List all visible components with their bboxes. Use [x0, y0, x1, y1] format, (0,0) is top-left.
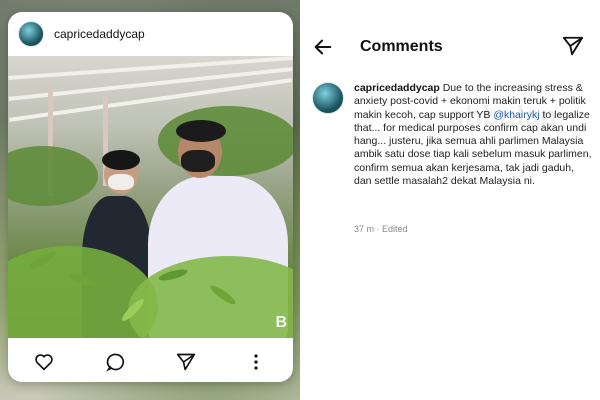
- comment-meta: 37 m · Edited: [354, 224, 408, 234]
- commenter-avatar[interactable]: [312, 82, 344, 114]
- comment-mention[interactable]: @khairykj: [493, 109, 539, 121]
- avatar[interactable]: [18, 21, 44, 47]
- photo-watermark: B: [275, 314, 287, 331]
- more-button[interactable]: [244, 350, 268, 374]
- blurred-background: capricedaddycap B: [0, 0, 300, 400]
- paper-plane-icon: [562, 36, 584, 56]
- person-left-hair: [102, 150, 140, 170]
- plant-canopy: [8, 146, 98, 206]
- comment-button[interactable]: [104, 350, 128, 374]
- meta-separator: ·: [376, 224, 380, 234]
- roof-beam: [8, 56, 293, 80]
- comment-time: 37 m: [354, 224, 375, 234]
- person-left-mask: [108, 174, 134, 190]
- post-actions: [8, 342, 293, 382]
- person-right-hair: [176, 120, 226, 142]
- person-right-mask: [181, 150, 215, 172]
- edited-label: Edited: [382, 224, 408, 234]
- back-button[interactable]: [312, 36, 334, 58]
- comments-topbar: Comments: [300, 30, 600, 64]
- paper-plane-icon: [176, 353, 196, 371]
- arrow-left-icon: [314, 39, 332, 55]
- comment-username[interactable]: capricedaddycap: [354, 82, 440, 94]
- post-card: capricedaddycap B: [8, 12, 293, 382]
- post-header: capricedaddycap: [8, 12, 293, 56]
- plant-canopy: [158, 106, 293, 176]
- more-vertical-icon: [254, 354, 258, 370]
- post-photo[interactable]: B: [8, 56, 293, 338]
- like-button[interactable]: [32, 350, 56, 374]
- comment-body: capricedaddycap Due to the increasing st…: [354, 82, 592, 188]
- share-button[interactable]: [174, 350, 198, 374]
- post-username[interactable]: capricedaddycap: [54, 27, 145, 41]
- comments-panel: Comments ohbulan capricedaddycap Due to …: [300, 0, 600, 400]
- heart-icon: [35, 354, 53, 371]
- page-title: Comments: [360, 38, 443, 55]
- send-button[interactable]: [562, 35, 584, 57]
- comment-bubble-icon: [106, 353, 125, 372]
